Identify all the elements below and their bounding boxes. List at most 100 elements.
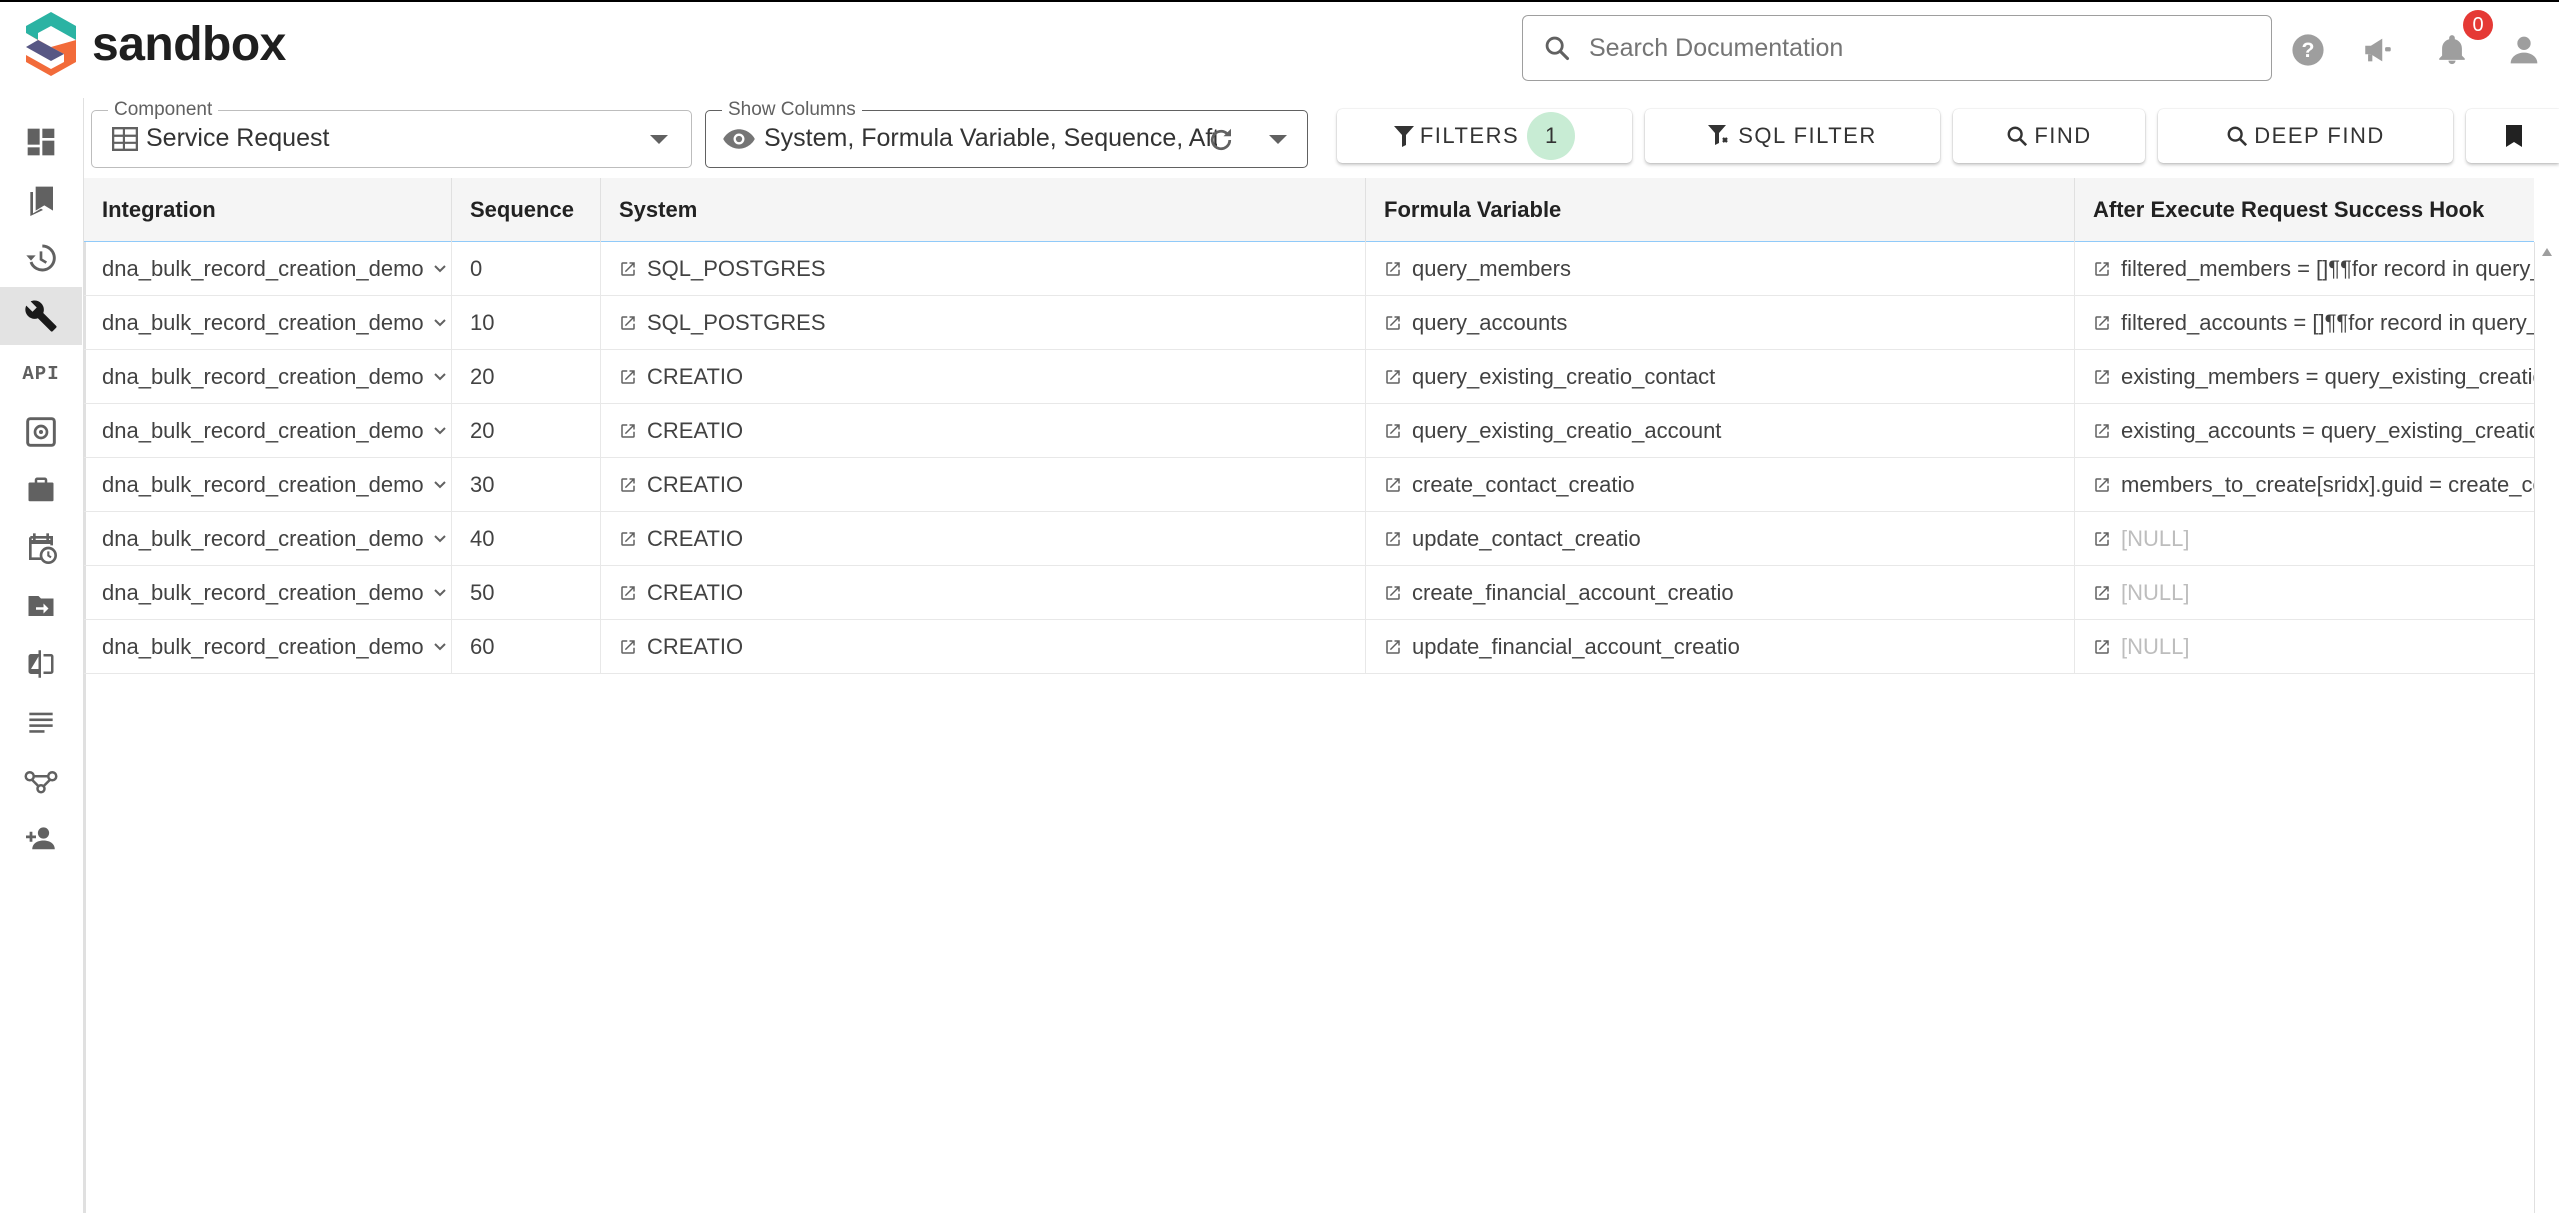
cell-formula-variable[interactable]: query_accounts [1366,296,2075,350]
cell-system[interactable]: SQL_POSTGRES [601,296,1366,350]
cell-integration[interactable]: dna_bulk_record_creation_demo [84,458,452,512]
open-link-icon[interactable] [619,422,637,440]
cell-formula-variable[interactable]: update_contact_creatio [1366,512,2075,566]
table-row[interactable]: dna_bulk_record_creation_demo 30 CREATIO cr… [84,458,2534,512]
table-row[interactable]: dna_bulk_record_creation_demo 20 CREATIO qu… [84,350,2534,404]
open-link-icon[interactable] [1384,530,1402,548]
sidebar-item-dashboard[interactable] [0,113,82,171]
cell-formula-variable[interactable]: create_contact_creatio [1366,458,2075,512]
open-link-icon[interactable] [1384,314,1402,332]
search-box[interactable] [1522,15,2272,81]
open-link-icon[interactable] [1384,260,1402,278]
chevron-down-icon[interactable] [433,643,446,651]
open-link-icon[interactable] [2093,530,2111,548]
sidebar-item-flows[interactable] [0,751,82,809]
help-icon[interactable]: ? [2288,30,2328,70]
component-select[interactable]: Component Service Request [91,99,692,168]
chevron-down-icon[interactable] [1269,135,1287,144]
cell-success-hook[interactable]: existing_accounts = query_existing_creat… [2075,404,2534,458]
cell-integration[interactable]: dna_bulk_record_creation_demo [84,242,452,296]
chevron-down-icon[interactable] [433,589,446,597]
table-row[interactable]: dna_bulk_record_creation_demo 20 CREATIO qu… [84,404,2534,458]
refresh-icon[interactable] [1206,125,1236,155]
show-columns-select[interactable]: Show Columns System, Formula Variable, S… [705,99,1308,168]
cell-system[interactable]: CREATIO [601,620,1366,674]
cell-formula-variable[interactable]: query_members [1366,242,2075,296]
cell-integration[interactable]: dna_bulk_record_creation_demo [84,512,452,566]
app-logo[interactable]: sandbox [22,10,286,78]
sidebar-item-tools[interactable] [0,287,82,345]
table-row[interactable]: dna_bulk_record_creation_demo 50 CREATIO cr… [84,566,2534,620]
cell-system[interactable]: CREATIO [601,404,1366,458]
sidebar-item-api[interactable]: API [0,345,82,403]
table-row[interactable]: dna_bulk_record_creation_demo 0 SQL_POSTGR… [84,242,2534,296]
sidebar-item-logs[interactable] [0,693,82,751]
deep-find-button[interactable]: DEEP FIND [2158,109,2453,163]
open-link-icon[interactable] [619,368,637,386]
chevron-down-icon[interactable] [433,373,446,381]
cell-integration[interactable]: dna_bulk_record_creation_demo [84,350,452,404]
cell-formula-variable[interactable]: query_existing_creatio_account [1366,404,2075,458]
open-link-icon[interactable] [2093,314,2111,332]
sidebar-item-schedule[interactable] [0,519,82,577]
cell-integration[interactable]: dna_bulk_record_creation_demo [84,296,452,350]
open-link-icon[interactable] [619,314,637,332]
column-header-integration[interactable]: Integration [84,178,452,242]
cell-formula-variable[interactable]: update_financial_account_creatio [1366,620,2075,674]
column-header-system[interactable]: System [601,178,1366,242]
open-link-icon[interactable] [2093,422,2111,440]
announcement-icon[interactable] [2358,30,2398,70]
sql-filter-button[interactable]: SQL FILTER [1645,109,1940,163]
cell-system[interactable]: SQL_POSTGRES [601,242,1366,296]
open-link-icon[interactable] [1384,422,1402,440]
column-header-formula-variable[interactable]: Formula Variable [1366,178,2075,242]
chevron-down-icon[interactable] [433,319,446,327]
cell-success-hook[interactable]: filtered_members = []¶¶for record in que… [2075,242,2534,296]
chevron-down-icon[interactable] [433,427,446,435]
open-link-icon[interactable] [619,260,637,278]
open-link-icon[interactable] [2093,638,2111,656]
cell-formula-variable[interactable]: create_financial_account_creatio [1366,566,2075,620]
open-link-icon[interactable] [1384,476,1402,494]
open-link-icon[interactable] [2093,476,2111,494]
open-link-icon[interactable] [2093,260,2111,278]
cell-success-hook[interactable]: members_to_create[sridx].guid = create_c… [2075,458,2534,512]
bookmark-button[interactable] [2466,109,2559,163]
find-button[interactable]: FIND [1953,109,2145,163]
cell-system[interactable]: CREATIO [601,566,1366,620]
search-input[interactable] [1587,32,2227,64]
column-header-sequence[interactable]: Sequence [452,178,601,242]
cell-system[interactable]: CREATIO [601,350,1366,404]
account-icon[interactable] [2504,30,2544,70]
open-link-icon[interactable] [619,638,637,656]
cell-integration[interactable]: dna_bulk_record_creation_demo [84,566,452,620]
filters-button[interactable]: FILTERS 1 [1337,109,1632,163]
sidebar-item-bookmarks[interactable] [0,171,82,229]
notifications-bell-icon[interactable] [2432,30,2472,70]
chevron-down-icon[interactable] [650,135,668,144]
open-link-icon[interactable] [619,584,637,602]
column-header-success-hook[interactable]: After Execute Request Success Hook [2075,178,2534,242]
cell-integration[interactable]: dna_bulk_record_creation_demo [84,404,452,458]
open-link-icon[interactable] [1384,368,1402,386]
open-link-icon[interactable] [1384,584,1402,602]
chevron-down-icon[interactable] [433,481,446,489]
cell-integration[interactable]: dna_bulk_record_creation_demo [84,620,452,674]
open-link-icon[interactable] [2093,584,2111,602]
table-row[interactable]: dna_bulk_record_creation_demo 10 SQL_POSTG… [84,296,2534,350]
cell-success-hook[interactable]: [NULL] [2075,512,2534,566]
chevron-down-icon[interactable] [433,265,446,273]
sidebar-item-migrations[interactable] [0,577,82,635]
sidebar-item-jobs[interactable] [0,461,82,519]
cell-system[interactable]: CREATIO [601,458,1366,512]
cell-success-hook[interactable]: [NULL] [2075,566,2534,620]
open-link-icon[interactable] [2093,368,2111,386]
chevron-down-icon[interactable] [433,535,446,543]
open-link-icon[interactable] [619,530,637,548]
sidebar-item-history[interactable] [0,229,82,287]
scroll-up-arrow-icon[interactable] [2542,248,2552,256]
vertical-scrollbar[interactable] [2534,242,2559,1213]
sidebar-item-vault[interactable] [0,403,82,461]
cell-success-hook[interactable]: existing_members = query_existing_creati… [2075,350,2534,404]
table-row[interactable]: dna_bulk_record_creation_demo 60 CREATIO up… [84,620,2534,674]
